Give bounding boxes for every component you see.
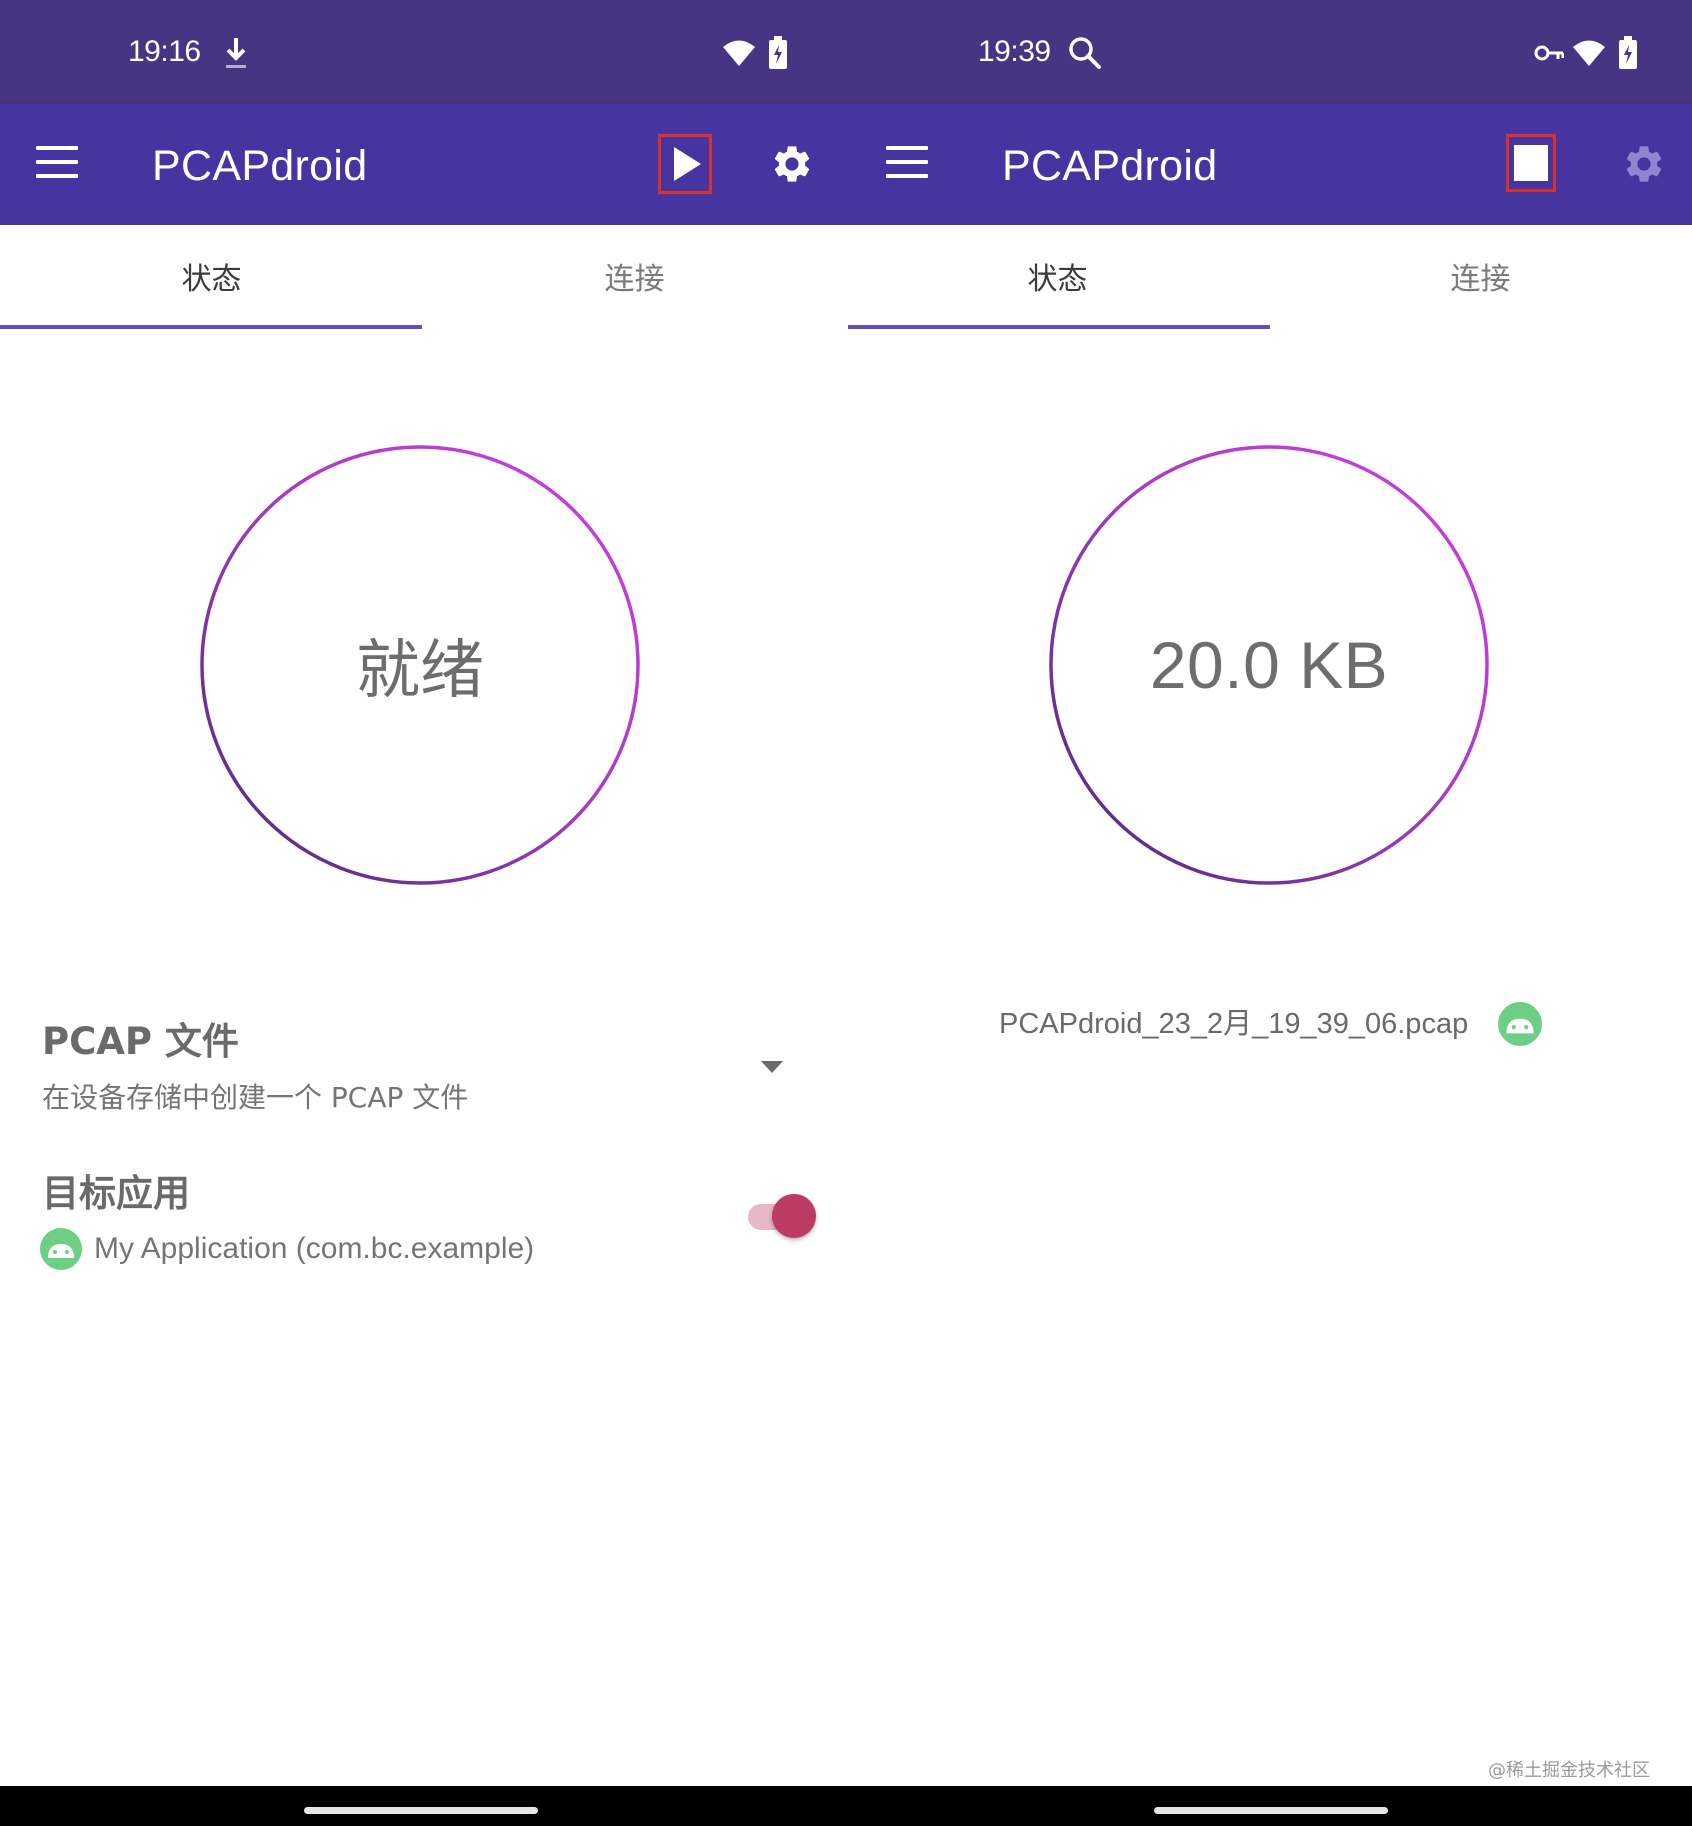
nav-handle-right[interactable] [1154, 1807, 1388, 1814]
key-icon [1534, 45, 1564, 61]
app-title: PCAPdroid [152, 142, 368, 190]
gear-icon [1626, 146, 1662, 182]
status-ring[interactable]: 20.0 KB [1049, 444, 1489, 886]
android-app-icon [40, 1228, 82, 1270]
pcap-pref-title[interactable]: PCAP 文件 [42, 1020, 239, 1064]
app-bar: PCAPdroid [846, 104, 1692, 225]
tab-connections[interactable]: 连接 [423, 225, 846, 329]
capture-size-text: 20.0 KB [1149, 628, 1389, 702]
play-icon [674, 147, 701, 181]
wifi-icon [1573, 40, 1605, 66]
navigation-bar [0, 1786, 1692, 1826]
settings-button[interactable] [766, 134, 820, 194]
toggle-thumb [772, 1194, 816, 1238]
tab-bar: 状态 连接 [846, 225, 1692, 329]
target-app-toggle[interactable] [744, 1190, 818, 1240]
right-pane: 19:39 PCAPdroid 状态 连接 20.0 KB [846, 0, 1692, 1786]
menu-icon[interactable] [36, 146, 78, 182]
left-pane: 19:16 PCAPdroid 状态 连接 就绪 PCAP 文件 在设备存储中创… [0, 0, 846, 1786]
battery-icon [769, 36, 787, 69]
settings-button[interactable] [1620, 134, 1674, 194]
target-app-name: My Application (com.bc.example) [94, 1232, 535, 1265]
tab-status[interactable]: 状态 [846, 225, 1269, 329]
download-icon [226, 38, 246, 68]
status-ring[interactable]: 就绪 [200, 444, 640, 886]
capture-filename[interactable]: PCAPdroid_23_2月_19_39_06.pcap [999, 1006, 1468, 1042]
menu-icon[interactable] [886, 146, 928, 182]
status-time: 19:39 [978, 35, 1051, 68]
app-title: PCAPdroid [1002, 142, 1218, 190]
app-root: 19:16 PCAPdroid 状态 连接 就绪 PCAP 文件 在设备存储中创… [0, 0, 1692, 1826]
nav-handle-left[interactable] [304, 1807, 538, 1814]
wifi-icon [723, 40, 755, 66]
target-app-title[interactable]: 目标应用 [42, 1172, 190, 1216]
status-time: 19:16 [128, 35, 201, 68]
start-capture-button[interactable] [658, 134, 712, 194]
status-bar: 19:16 [0, 0, 846, 104]
tab-indicator [0, 325, 422, 329]
status-text: 就绪 [356, 634, 484, 708]
dropdown-arrow-icon[interactable] [760, 1060, 784, 1074]
battery-icon [1619, 36, 1637, 69]
watermark: @稀土掘金技术社区 [1488, 1760, 1650, 1781]
stop-icon [1514, 145, 1548, 181]
search-icon [1069, 37, 1101, 69]
tab-status[interactable]: 状态 [0, 225, 423, 329]
tab-bar: 状态 连接 [0, 225, 846, 329]
tab-connections[interactable]: 连接 [1269, 225, 1692, 329]
status-bar: 19:39 [846, 0, 1692, 104]
app-bar: PCAPdroid [0, 104, 846, 225]
tab-indicator [848, 325, 1270, 329]
android-app-icon [1498, 1002, 1542, 1046]
gear-icon [774, 146, 810, 182]
stop-capture-button[interactable] [1506, 134, 1560, 194]
pcap-pref-subtitle: 在设备存储中创建一个 PCAP 文件 [42, 1081, 469, 1114]
